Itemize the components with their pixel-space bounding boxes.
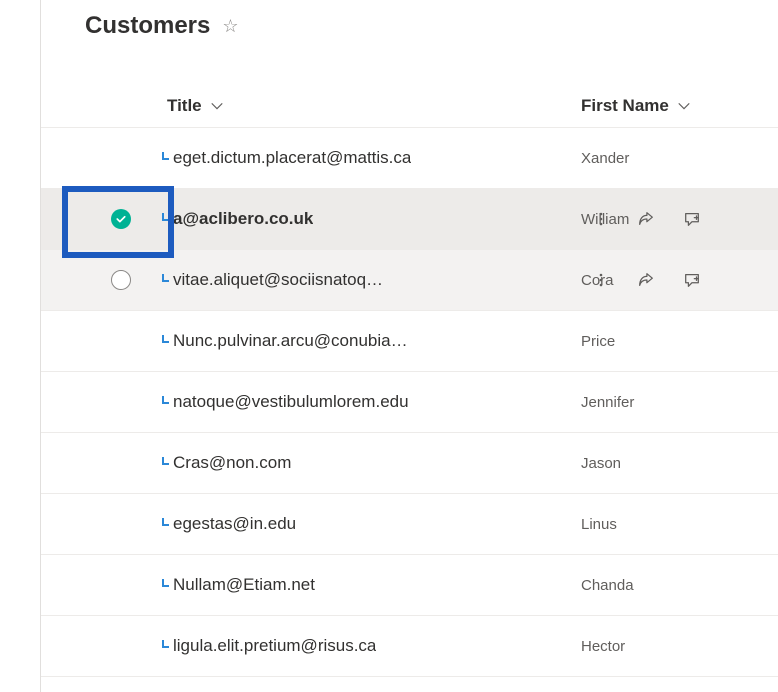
favorite-star-icon[interactable]: ☆: [222, 16, 238, 37]
title-cell[interactable]: a@aclibero.co.uk: [161, 209, 581, 229]
customers-table: Title First Name eget.dictum.placerat@ma…: [41, 84, 778, 677]
table-row[interactable]: natoque@vestibulumlorem.edu Jennifer: [41, 372, 778, 433]
row-select-cell: [85, 270, 161, 290]
row-first-name: Chanda: [581, 577, 634, 594]
row-title: egestas@in.edu: [173, 514, 296, 534]
new-item-icon: [161, 335, 173, 347]
title-cell[interactable]: egestas@in.edu: [161, 514, 581, 534]
row-first-name: Hector: [581, 638, 625, 655]
title-cell[interactable]: vitae.aliquet@sociisnatoq…: [161, 270, 581, 290]
row-title: natoque@vestibulumlorem.edu: [173, 392, 409, 412]
column-header-first-name-label: First Name: [581, 96, 669, 116]
new-item-icon: [161, 518, 173, 530]
row-title: vitae.aliquet@sociisnatoq…: [173, 270, 383, 290]
title-cell[interactable]: Nunc.pulvinar.arcu@conubianostraper.edu: [161, 331, 581, 351]
row-actions: [593, 210, 701, 228]
row-title: ligula.elit.pretium@risus.ca: [173, 636, 376, 656]
page-header: Customers ☆: [41, 12, 778, 40]
table-header-row: Title First Name: [41, 84, 778, 128]
row-title: Nullam@Etiam.net: [173, 575, 315, 595]
page-title: Customers: [85, 12, 210, 40]
title-cell[interactable]: natoque@vestibulumlorem.edu: [161, 392, 581, 412]
row-title: Cras@non.com: [173, 453, 291, 473]
row-first-name: Jennifer: [581, 394, 634, 411]
new-item-icon: [161, 457, 173, 469]
table-row[interactable]: ligula.elit.pretium@risus.ca Hector: [41, 616, 778, 677]
row-select-cell: [85, 209, 161, 229]
share-icon[interactable]: [637, 210, 655, 228]
title-cell[interactable]: Cras@non.com: [161, 453, 581, 473]
row-title: eget.dictum.placerat@mattis.ca: [173, 148, 411, 168]
table-row[interactable]: Nullam@Etiam.net Chanda: [41, 555, 778, 616]
row-actions: [593, 271, 701, 289]
title-cell[interactable]: eget.dictum.placerat@mattis.ca: [161, 148, 581, 168]
column-header-title[interactable]: Title: [161, 96, 581, 116]
table-row[interactable]: egestas@in.edu Linus: [41, 494, 778, 555]
row-first-name: Price: [581, 333, 615, 350]
new-item-icon: [161, 274, 173, 286]
chevron-down-icon: [210, 99, 224, 113]
new-item-icon: [161, 640, 173, 652]
column-header-title-label: Title: [167, 96, 202, 116]
column-header-first-name[interactable]: First Name: [581, 96, 691, 116]
more-actions-icon[interactable]: [593, 211, 609, 227]
new-item-icon: [161, 396, 173, 408]
row-title: Nunc.pulvinar.arcu@conubianostraper.edu: [173, 331, 413, 351]
more-actions-icon[interactable]: [593, 272, 609, 288]
row-first-name: Linus: [581, 516, 617, 533]
row-first-name: Jason: [581, 455, 621, 472]
table-row[interactable]: a@aclibero.co.ukWilliam: [41, 189, 778, 250]
new-item-icon: [161, 152, 173, 164]
new-item-icon: [161, 213, 173, 225]
table-row[interactable]: eget.dictum.placerat@mattis.ca Xander: [41, 128, 778, 189]
comment-icon[interactable]: [683, 271, 701, 289]
title-cell[interactable]: ligula.elit.pretium@risus.ca: [161, 636, 581, 656]
title-cell[interactable]: Nullam@Etiam.net: [161, 575, 581, 595]
table-row[interactable]: Nunc.pulvinar.arcu@conubianostraper.edu P…: [41, 311, 778, 372]
row-title: a@aclibero.co.uk: [173, 209, 313, 229]
row-first-name: Xander: [581, 150, 629, 167]
table-row[interactable]: vitae.aliquet@sociisnatoq…Cora: [41, 250, 778, 311]
row-select-checked-icon[interactable]: [111, 209, 131, 229]
comment-icon[interactable]: [683, 210, 701, 228]
share-icon[interactable]: [637, 271, 655, 289]
table-row[interactable]: Cras@non.com Jason: [41, 433, 778, 494]
row-select-radio[interactable]: [111, 270, 131, 290]
new-item-icon: [161, 579, 173, 591]
chevron-down-icon: [677, 99, 691, 113]
